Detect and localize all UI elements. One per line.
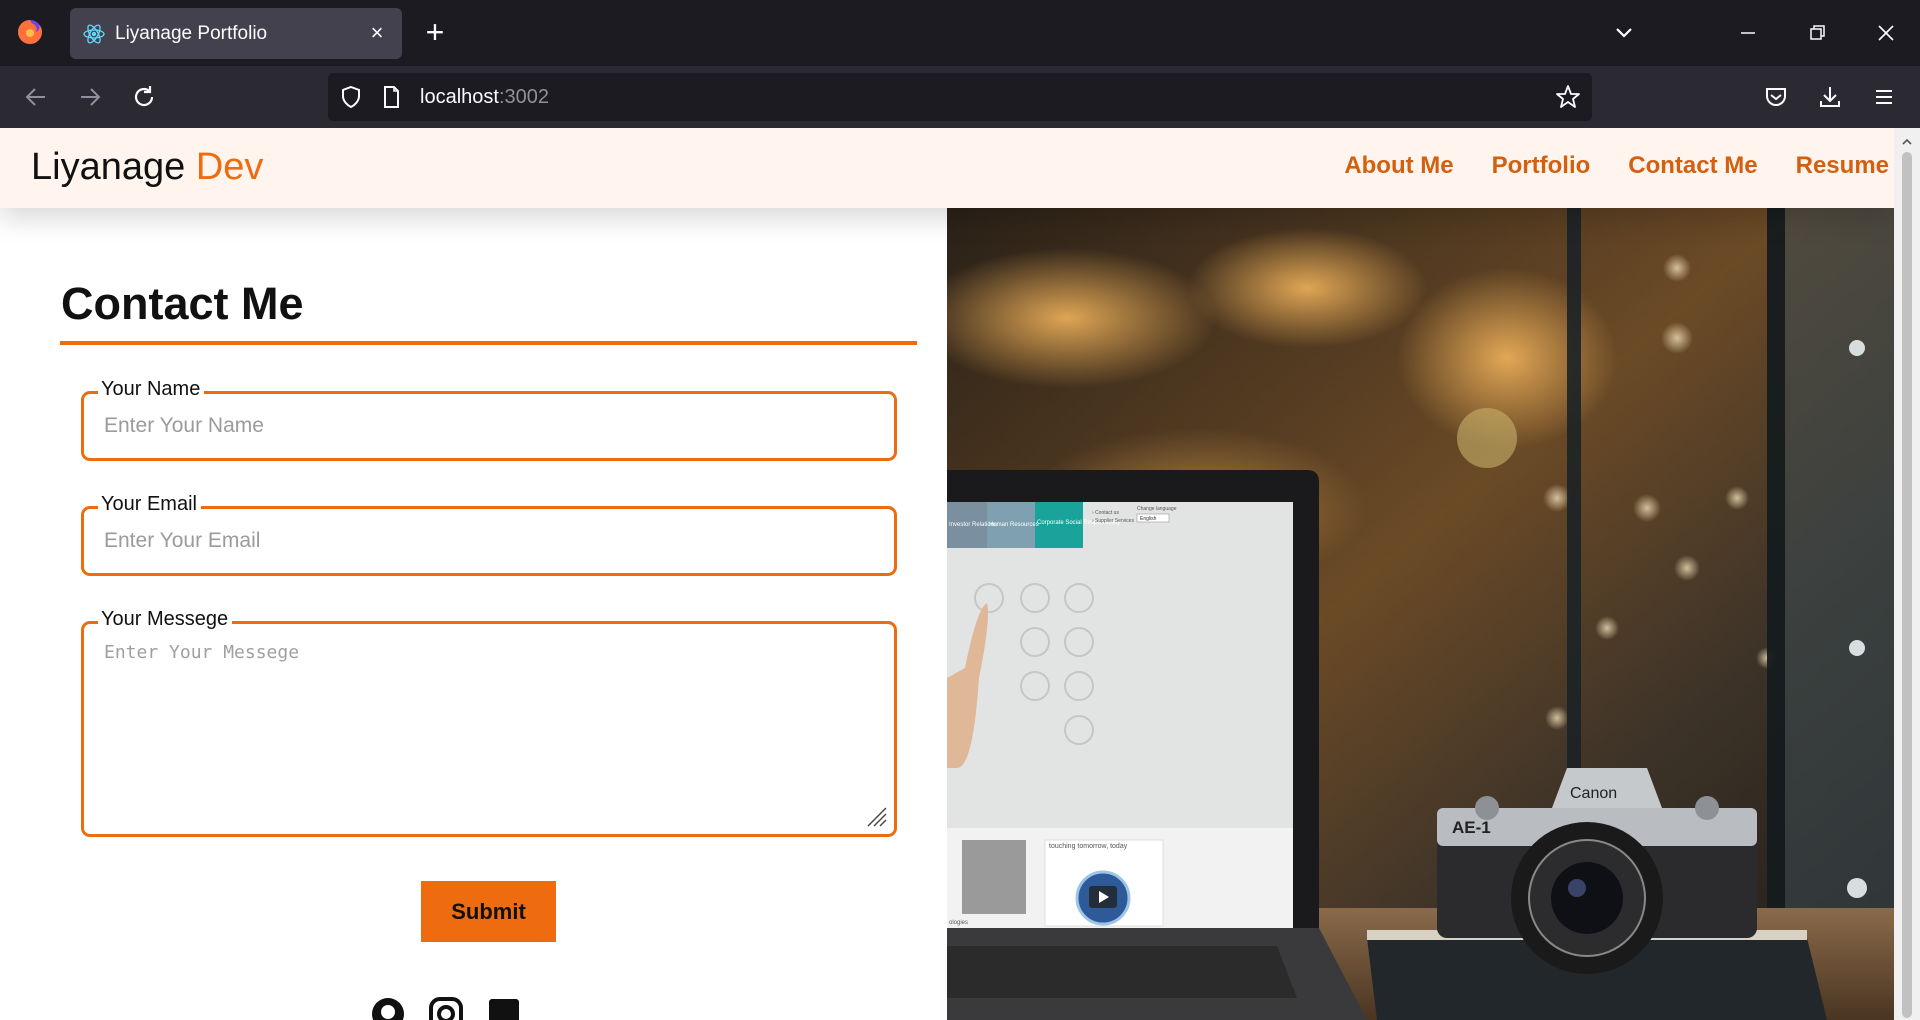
email-input[interactable] bbox=[84, 509, 894, 573]
github-icon[interactable] bbox=[370, 996, 406, 1020]
url-host: localhost bbox=[420, 86, 499, 108]
email-field: Your Email bbox=[81, 492, 897, 576]
linkedin-icon[interactable] bbox=[486, 996, 522, 1020]
svg-text:touching tomorrow, today: touching tomorrow, today bbox=[1049, 843, 1128, 850]
svg-text:› Supplier Services: › Supplier Services bbox=[1092, 518, 1134, 524]
nav-link-portfolio[interactable]: Portfolio bbox=[1492, 152, 1591, 180]
reload-icon[interactable] bbox=[124, 77, 164, 117]
name-field: Your Name bbox=[81, 377, 897, 461]
new-tab-button[interactable]: + bbox=[418, 14, 452, 52]
svg-text:› Contact us: › Contact us bbox=[1092, 510, 1119, 516]
list-all-tabs-icon[interactable] bbox=[1604, 14, 1644, 52]
brand-accent: Dev bbox=[195, 146, 264, 188]
bookmark-star-icon[interactable] bbox=[1554, 83, 1582, 111]
title-underline bbox=[60, 341, 917, 345]
email-label: Your Email bbox=[98, 492, 201, 516]
browser-tab-bar: Liyanage Portfolio × + bbox=[0, 0, 1920, 66]
tab-title: Liyanage Portfolio bbox=[115, 23, 268, 44]
download-icon[interactable] bbox=[1810, 77, 1850, 117]
resize-grip-icon[interactable] bbox=[866, 806, 888, 828]
scroll-up-icon[interactable] bbox=[1901, 136, 1913, 148]
site-header: Liyanage Dev About Me Portfolio Contact … bbox=[0, 128, 1894, 208]
back-icon[interactable] bbox=[16, 77, 56, 117]
contact-title: Contact Me bbox=[61, 278, 304, 329]
nav-link-resume[interactable]: Resume bbox=[1796, 152, 1889, 180]
page-scrollbar[interactable] bbox=[1894, 128, 1920, 1020]
svg-text:AE-1: AE-1 bbox=[1452, 818, 1491, 837]
svg-text:ologies: ologies bbox=[949, 920, 968, 926]
social-links bbox=[370, 996, 522, 1020]
menu-icon[interactable] bbox=[1864, 77, 1904, 117]
url-text[interactable]: localhost:3002 bbox=[420, 86, 549, 109]
name-label: Your Name bbox=[98, 377, 205, 401]
svg-text:Canon: Canon bbox=[1570, 785, 1617, 802]
close-window-icon[interactable] bbox=[1866, 14, 1906, 52]
svg-text:Change language: Change language bbox=[1137, 506, 1177, 512]
message-input[interactable] bbox=[84, 624, 894, 834]
brand-name: Liyanage bbox=[31, 146, 186, 188]
contact-section: Contact Me Your Name Your Email Your Mes… bbox=[0, 208, 947, 1020]
nav-link-contact-me[interactable]: Contact Me bbox=[1628, 152, 1757, 180]
browser-nav-bar: localhost:3002 bbox=[0, 66, 1920, 128]
pocket-icon[interactable] bbox=[1756, 77, 1796, 117]
cafe-laptop-camera-image: Investor Relations Human Resources Corpo… bbox=[947, 208, 1894, 1020]
submit-button[interactable]: Submit bbox=[421, 881, 556, 942]
svg-text:Human Resources: Human Resources bbox=[989, 522, 1039, 528]
page-icon[interactable] bbox=[378, 84, 404, 110]
firefox-icon[interactable] bbox=[16, 18, 44, 46]
minimize-icon[interactable] bbox=[1728, 14, 1768, 52]
close-tab-icon[interactable]: × bbox=[364, 20, 390, 46]
scroll-thumb[interactable] bbox=[1902, 152, 1912, 1018]
restore-icon[interactable] bbox=[1797, 14, 1837, 52]
site-brand[interactable]: Liyanage Dev bbox=[31, 146, 263, 189]
page-viewport: Liyanage Dev About Me Portfolio Contact … bbox=[0, 128, 1894, 1020]
message-field: Your Messege bbox=[81, 607, 897, 837]
react-icon bbox=[83, 24, 105, 44]
message-label: Your Messege bbox=[98, 607, 233, 631]
url-bar[interactable]: localhost:3002 bbox=[328, 73, 1592, 121]
url-port: :3002 bbox=[498, 86, 549, 108]
svg-text:English: English bbox=[1140, 516, 1157, 522]
hero-photo: Investor Relations Human Resources Corpo… bbox=[947, 208, 1894, 1020]
forward-icon[interactable] bbox=[70, 77, 110, 117]
site-nav: About Me Portfolio Contact Me Resume bbox=[1344, 152, 1889, 180]
nav-link-about-me[interactable]: About Me bbox=[1344, 152, 1453, 180]
name-input[interactable] bbox=[84, 394, 894, 458]
tab-liyanage-portfolio[interactable]: Liyanage Portfolio × bbox=[70, 8, 402, 59]
instagram-icon[interactable] bbox=[428, 996, 464, 1020]
shield-icon[interactable] bbox=[338, 84, 364, 110]
